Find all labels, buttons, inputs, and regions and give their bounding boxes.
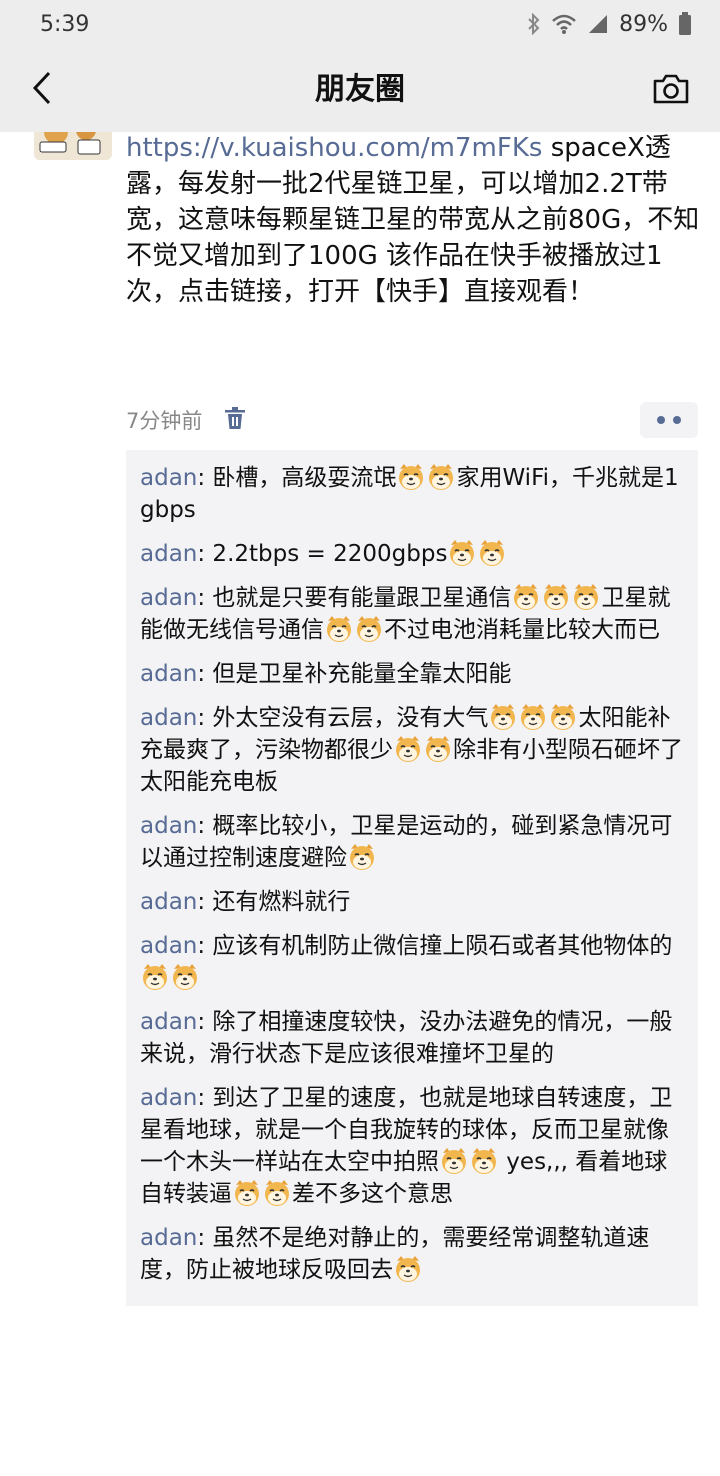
cat-emoji-icon	[572, 583, 600, 611]
cat-emoji-icon	[325, 615, 353, 643]
post-link[interactable]: https://v.kuaishou.com/m7mFKs	[126, 133, 542, 163]
cat-emoji-icon	[141, 963, 169, 991]
cat-emoji-icon	[448, 539, 476, 567]
post-meta: 7分钟前	[126, 400, 698, 440]
cat-emoji-icon	[397, 463, 425, 491]
dot-icon	[673, 416, 681, 424]
comment-author[interactable]: adan	[140, 1085, 197, 1111]
comment-item[interactable]: adan: 卧槽，高级耍流氓 家用WiFi，千兆就是1gbps	[140, 462, 684, 526]
dot-icon	[657, 416, 665, 424]
post-time: 7分钟前	[126, 409, 203, 433]
avatar[interactable]	[34, 132, 112, 160]
cat-emoji-icon	[233, 1179, 261, 1207]
comment-author[interactable]: adan	[140, 541, 197, 567]
comment-item[interactable]: adan: 但是卫星补充能量全靠太阳能	[140, 658, 684, 690]
camera-button[interactable]	[648, 68, 694, 114]
comment-text: 不过电池消耗量比较大而已	[384, 617, 660, 643]
delete-button[interactable]	[224, 406, 246, 434]
cat-emoji-icon	[489, 703, 517, 731]
comment-item[interactable]: adan: 除了相撞速度较快，没办法避免的情况，一般来说，滑行状态下是应该很难撞…	[140, 1006, 684, 1070]
comment-text: : 卧槽，高级耍流氓	[197, 465, 397, 491]
cat-emoji-icon	[542, 583, 570, 611]
comment-author[interactable]: adan	[140, 1009, 197, 1035]
status-icons: 89%	[527, 12, 692, 37]
comment-author[interactable]: adan	[140, 705, 197, 731]
battery-percent: 89%	[619, 11, 668, 37]
comment-item[interactable]: adan: 外太空没有云层，没有大气 太阳能补充最爽了，污染物都很少 除非有小型陨石…	[140, 702, 684, 798]
comment-text: 差不多这个意思	[292, 1181, 453, 1207]
cat-emoji-icon	[470, 1147, 498, 1175]
comment-text: : 2.2tbps = 2200gbps	[197, 541, 448, 567]
moments-feed: https://v.kuaishou.com/m7mFKs spaceX透露，每…	[0, 132, 720, 1476]
bluetooth-icon	[527, 13, 541, 35]
cat-emoji-icon	[478, 539, 506, 567]
comment-item[interactable]: adan: 到达了卫星的速度，也就是地球自转速度，卫星看地球，就是一个自我旋转的…	[140, 1082, 684, 1210]
signal-icon	[587, 13, 609, 35]
comment-item[interactable]: adan: 概率比较小，卫星是运动的，碰到紧急情况可以通过控制速度避险	[140, 810, 684, 874]
comment-author[interactable]: adan	[140, 889, 197, 915]
comment-author[interactable]: adan	[140, 661, 197, 687]
status-bar: 5:39 89%	[0, 0, 720, 48]
comment-item[interactable]: adan: 虽然不是绝对静止的，需要经常调整轨道速度，防止被地球反吸回去	[140, 1222, 684, 1286]
comment-text: : 外太空没有云层，没有大气	[197, 705, 489, 731]
comment-author[interactable]: adan	[140, 465, 197, 491]
cat-emoji-icon	[348, 843, 376, 871]
comment-text: : 概率比较小，卫星是运动的，碰到紧急情况可以通过控制速度避险	[140, 813, 673, 871]
cat-emoji-icon	[440, 1147, 468, 1175]
more-actions-button[interactable]	[640, 402, 698, 438]
status-time: 5:39	[40, 11, 90, 37]
trash-icon	[224, 406, 246, 434]
page-title: 朋友圈	[315, 72, 405, 107]
comment-author[interactable]: adan	[140, 1225, 197, 1251]
cat-emoji-icon	[427, 463, 455, 491]
cat-emoji-icon	[512, 583, 540, 611]
cat-emoji-icon	[394, 1255, 422, 1283]
battery-icon	[678, 12, 692, 36]
cat-emoji-icon	[549, 703, 577, 731]
cat-emoji-icon	[263, 1179, 291, 1207]
comment-author[interactable]: adan	[140, 585, 197, 611]
comment-item[interactable]: adan: 也就是只要有能量跟卫星通信 卫星就能做无线信号通信 不过电池消耗量比较大…	[140, 582, 684, 646]
wifi-icon	[551, 13, 577, 35]
camera-icon	[652, 73, 690, 109]
post-text: https://v.kuaishou.com/m7mFKs spaceX透露，每…	[126, 132, 704, 310]
comment-text: : 也就是只要有能量跟卫星通信	[197, 585, 512, 611]
comment-item[interactable]: adan: 还有燃料就行	[140, 886, 684, 918]
cat-emoji-icon	[519, 703, 547, 731]
comment-text: : 应该有机制防止微信撞上陨石或者其他物体的	[197, 933, 673, 959]
comment-author[interactable]: adan	[140, 933, 197, 959]
comment-item[interactable]: adan: 应该有机制防止微信撞上陨石或者其他物体的	[140, 930, 684, 994]
cat-emoji-icon	[355, 615, 383, 643]
cat-emoji-icon	[394, 735, 422, 763]
cat-emoji-icon	[171, 963, 199, 991]
comment-list: adan: 卧槽，高级耍流氓 家用WiFi，千兆就是1gbps adan: 2.2t…	[126, 450, 698, 1306]
comment-text: : 还有燃料就行	[197, 889, 351, 915]
nav-bar: 朋友圈	[0, 48, 720, 132]
comment-author[interactable]: adan	[140, 813, 197, 839]
cat-emoji-icon	[424, 735, 452, 763]
comment-text: : 但是卫星补充能量全靠太阳能	[197, 661, 512, 687]
comment-item[interactable]: adan: 2.2tbps = 2200gbps	[140, 538, 684, 570]
comment-text: : 除了相撞速度较快，没办法避免的情况，一般来说，滑行状态下是应该很难撞坏卫星的	[140, 1009, 673, 1067]
